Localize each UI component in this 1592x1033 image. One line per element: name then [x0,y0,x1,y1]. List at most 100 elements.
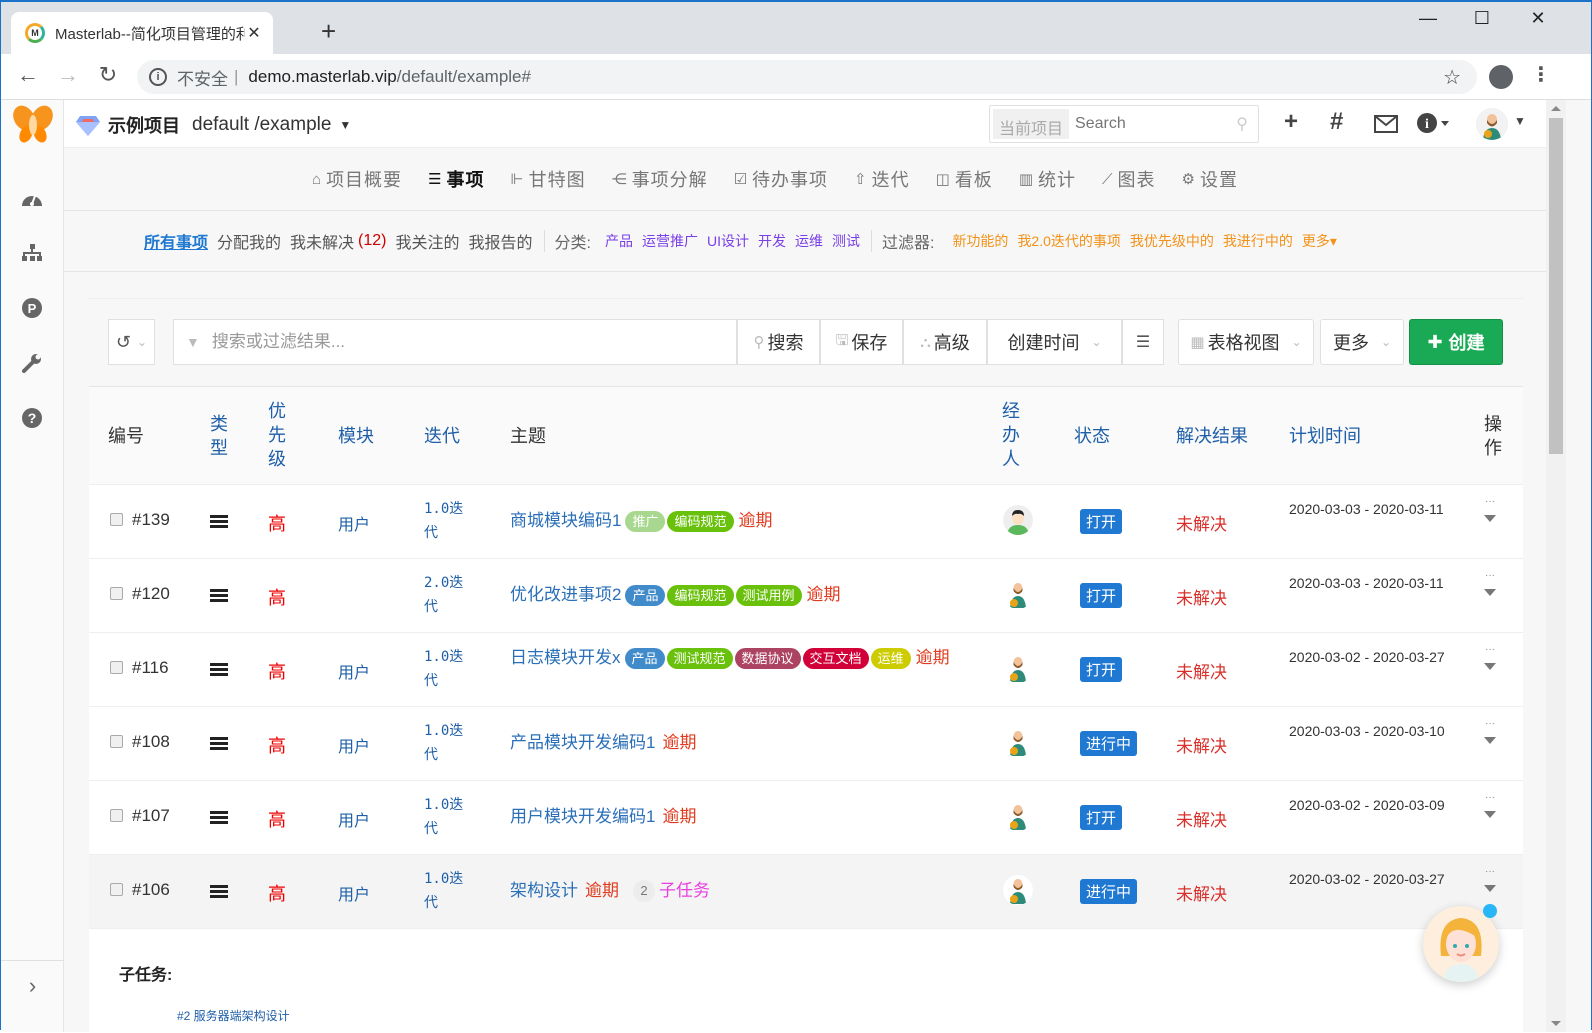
assignee-avatar[interactable] [1003,727,1033,757]
issue-subject-link[interactable]: 架构设计 [510,880,578,902]
col-resolution[interactable]: 解决结果 [1176,424,1248,448]
caret-down-icon[interactable] [1484,515,1496,522]
sort-order-button[interactable]: ☰ [1122,319,1164,365]
col-assignee[interactable]: 经 办 人 [1002,399,1022,471]
status-badge[interactable]: 打开 [1080,509,1123,534]
dashboard-icon[interactable] [19,186,45,212]
status-badge[interactable]: 打开 [1080,805,1123,830]
label-tag[interactable]: 运维 [870,647,911,669]
row-checkbox[interactable] [110,513,123,526]
assignee-avatar[interactable] [1003,505,1033,535]
search-input[interactable] [1075,115,1216,133]
category-test[interactable]: 测试 [832,231,860,251]
row-checkbox[interactable] [110,587,123,600]
status-badge[interactable]: 进行中 [1080,879,1138,904]
issue-subject-link[interactable]: 优化改进事项2 [510,584,621,606]
sort-field-select[interactable]: 创建时间 ⌄ [987,319,1122,365]
col-status[interactable]: 状态 [1074,424,1110,448]
wrench-icon[interactable] [19,350,45,376]
more-dots-icon[interactable]: ··· [1483,495,1497,509]
mail-icon[interactable] [1374,112,1398,140]
address-bar[interactable]: i 不安全 | demo.masterlab.vip /default/exam… [137,60,1477,94]
advanced-button[interactable]: ⛬ 高级 [903,319,987,365]
search-icon[interactable]: ⚲ [1236,114,1248,134]
label-tag[interactable]: 产品 [625,584,666,606]
col-plan-time[interactable]: 计划时间 [1289,424,1361,448]
minimize-button[interactable]: — [1405,8,1451,29]
table-row[interactable]: #108 高 用户 1.0迭代 产品模块开发编码1 逾期 进行中 未解决 2020-03-03 … [89,707,1523,781]
row-checkbox[interactable] [110,809,123,822]
iteration-link[interactable]: 1.0迭代 [424,793,474,841]
category-dev[interactable]: 开发 [758,231,786,251]
hash-icon[interactable]: # [1330,108,1343,136]
more-dots-icon[interactable]: ··· [1483,643,1497,657]
row-actions[interactable]: ··· [1483,495,1497,522]
more-select[interactable]: 更多 ⌄ [1320,319,1404,365]
row-actions[interactable]: ··· [1483,865,1497,892]
table-row[interactable]: #139 高 用户 1.0迭代 商城模块编码1 推广 编码规范 逾期 打开 未解决 2020-03-… [89,485,1523,559]
row-actions[interactable]: ··· [1483,791,1497,818]
scroll-down-icon[interactable] [1551,1021,1561,1026]
label-tag[interactable]: 编码规范 [667,584,734,606]
subnav-overview[interactable]: ⌂ 项目概要 [312,166,402,192]
more-dots-icon[interactable]: ··· [1483,717,1497,731]
category-ui[interactable]: UI设计 [707,231,749,251]
status-badge[interactable]: 打开 [1080,657,1123,682]
category-ops[interactable]: 运维 [795,231,823,251]
iteration-link[interactable]: 1.0迭代 [424,719,474,767]
user-avatar[interactable] [1476,108,1508,140]
reload-icon[interactable]: ↻ [93,62,123,88]
col-subject[interactable]: 主题 [510,424,546,448]
col-type[interactable]: 类 型 [210,412,230,460]
filter-input[interactable] [211,332,712,352]
row-actions[interactable]: ··· [1483,717,1497,744]
assignee-avatar[interactable] [1003,801,1033,831]
subnav-board[interactable]: ◫ 看板 [936,166,993,192]
filter-followed[interactable]: 我关注的 [396,229,460,253]
scroll-up-icon[interactable] [1551,106,1561,111]
status-badge[interactable]: 进行中 [1080,731,1138,756]
save-button[interactable]: 🖫 保存 [820,319,903,365]
caret-down-icon[interactable] [1484,589,1496,596]
row-checkbox[interactable] [110,883,123,896]
subnav-settings[interactable]: ⚙ 设置 [1182,166,1238,192]
iteration-link[interactable]: 1.0迭代 [424,867,474,915]
new-tab-button[interactable]: + [321,18,336,44]
row-checkbox[interactable] [110,735,123,748]
assignee-avatar[interactable] [1003,653,1033,683]
table-row[interactable]: #107 高 用户 1.0迭代 用户模块开发编码1 逾期 打开 未解决 2020-03-02 -… [89,781,1523,855]
status-badge[interactable]: 打开 [1080,583,1123,608]
more-dots-icon[interactable]: ··· [1483,569,1497,583]
filter-unresolved[interactable]: 我未解决 [290,229,354,253]
scroll-thumb[interactable] [1549,118,1563,454]
label-tag[interactable]: 编码规范 [667,510,734,532]
module-link[interactable]: 用户 [338,733,370,757]
saved-filter-iteration[interactable]: 我2.0迭代的事项 [1017,231,1120,251]
col-id[interactable]: 编号 [108,424,144,448]
module-link[interactable]: 用户 [338,881,370,905]
global-search[interactable]: 当前项目 ⚲ [989,105,1259,143]
iteration-link[interactable]: 1.0迭代 [424,645,474,693]
issue-id[interactable]: #116 [132,658,169,678]
forward-icon[interactable]: → [53,62,83,88]
subnav-stats[interactable]: ▥ 统计 [1019,166,1076,192]
close-window-button[interactable]: ✕ [1515,8,1561,29]
info-icon[interactable]: i [149,68,167,86]
saved-filter-priority[interactable]: 我优先级中的 [1130,231,1214,251]
search-scope[interactable]: 当前项目 [993,109,1070,139]
filter-assigned[interactable]: 分配我的 [217,229,281,253]
label-tag[interactable]: 交互文档 [802,647,869,669]
table-row[interactable]: #120 高 2.0迭代 优化改进事项2 产品 编码规范 测试用例 逾期 打开 未解决 2020-0… [89,559,1523,633]
col-module[interactable]: 模块 [338,424,374,448]
row-actions[interactable]: ··· [1483,569,1497,596]
table-row[interactable]: #106 高 用户 1.0迭代 架构设计 逾期 2 子任务 进行中 未解决 2020-03-02 -… [89,855,1523,929]
filter-all[interactable]: 所有事项 [144,229,208,253]
search-button[interactable]: ⚲ 搜索 [737,319,820,365]
issue-subject-link[interactable]: 商城模块编码1 [510,510,621,532]
filter-reported[interactable]: 我报告的 [469,229,533,253]
assignee-avatar[interactable] [1003,875,1033,905]
col-priority[interactable]: 优 先 级 [268,399,288,471]
iteration-link[interactable]: 1.0迭代 [424,497,474,545]
close-tab-icon[interactable]: ✕ [245,23,263,43]
issue-id[interactable]: #106 [132,880,170,900]
